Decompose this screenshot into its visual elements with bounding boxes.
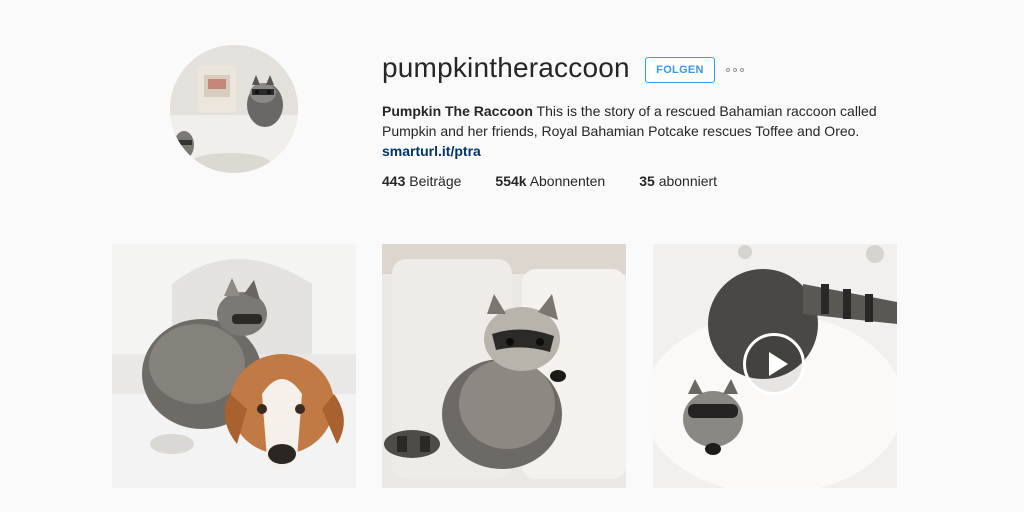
profile-full-name: Pumpkin The Raccoon [382, 103, 533, 119]
dot [740, 68, 744, 72]
post-thumbnail[interactable] [382, 244, 626, 488]
profile-stats: 443 Beiträge 554k Abonnenten 35 abonnier… [382, 173, 751, 189]
stat-followers[interactable]: 554k Abonnenten [495, 173, 605, 189]
profile-bio: Pumpkin The Raccoon This is the story of… [382, 101, 882, 161]
dot [726, 68, 730, 72]
stat-followers-count: 554k [495, 173, 527, 189]
stat-posts-count: 443 [382, 173, 406, 189]
stat-following-label: abonniert [658, 173, 718, 189]
stat-posts: 443 Beiträge [382, 173, 461, 189]
ellipsis-icon[interactable] [726, 63, 750, 77]
dot [733, 68, 737, 72]
post-thumbnail-video[interactable] [653, 244, 897, 488]
post-image-raccoon-dog [112, 244, 356, 488]
post-thumbnail[interactable] [112, 244, 356, 488]
stat-followers-label: Abonnenten [529, 173, 606, 189]
stat-following[interactable]: 35 abonniert [639, 173, 717, 189]
stat-following-count: 35 [639, 173, 655, 189]
stat-posts-label: Beiträge [409, 173, 462, 189]
bio-link[interactable]: smarturl.it/ptra [382, 141, 882, 161]
profile-avatar[interactable] [170, 45, 298, 173]
follow-button[interactable]: FOLGEN [645, 57, 715, 83]
avatar-image [170, 45, 298, 173]
profile-username: pumpkintheraccoon [382, 52, 630, 83]
play-icon [743, 333, 805, 395]
post-image-raccoon-pillows [382, 244, 626, 488]
